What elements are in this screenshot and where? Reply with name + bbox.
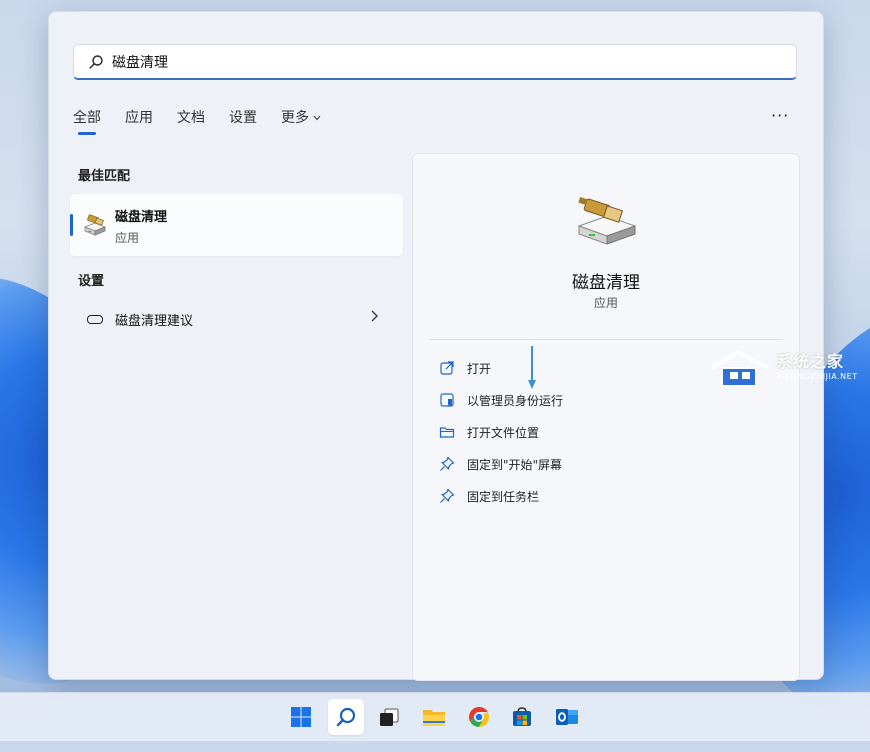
- action-pin-to-taskbar[interactable]: 固定到任务栏: [439, 485, 539, 507]
- search-input[interactable]: [112, 53, 796, 70]
- watermark-house-icon: [710, 350, 769, 387]
- action-open[interactable]: 打开: [439, 357, 491, 379]
- file-explorer-icon: [423, 710, 445, 726]
- windows-start-button[interactable]: [283, 699, 319, 735]
- taskbar: [0, 692, 870, 741]
- action-pin-to-start[interactable]: 固定到"开始"屏幕: [439, 453, 562, 475]
- store-icon: [513, 707, 531, 726]
- outlook-button[interactable]: [549, 699, 585, 735]
- details-panel: 磁盘清理 应用 打开 以管理员身份运行 打开文件位置 固定到"开始"屏幕 固定到…: [412, 153, 800, 681]
- file-explorer-button[interactable]: [416, 699, 452, 735]
- tab-label: 更多: [281, 110, 309, 126]
- tab-label: 设置: [229, 110, 257, 126]
- action-label: 固定到任务栏: [467, 489, 540, 504]
- details-title: 磁盘清理: [572, 273, 640, 293]
- tab-label: 全部: [73, 110, 101, 126]
- action-label: 打开文件位置: [467, 425, 540, 440]
- search-box[interactable]: [73, 44, 797, 80]
- action-open-file-location[interactable]: 打开文件位置: [439, 421, 539, 443]
- site-watermark: 系统之家 XITONGZHIJIA.NET: [708, 346, 868, 398]
- watermark-subtitle: XITONGZHIJIA.NET: [776, 372, 858, 381]
- best-match-result[interactable]: 磁盘清理 应用: [70, 194, 403, 256]
- tab-label: 应用: [125, 110, 153, 126]
- shield-admin-icon: [439, 392, 455, 408]
- chrome-button[interactable]: [461, 699, 497, 735]
- more-options-button[interactable]: ···: [771, 106, 789, 125]
- action-label: 以管理员身份运行: [467, 393, 564, 408]
- action-label: 固定到"开始"屏幕: [467, 457, 563, 472]
- pin-icon: [439, 456, 455, 472]
- selection-indicator: [70, 214, 73, 236]
- settings-result-label: 磁盘清理建议: [115, 314, 194, 329]
- best-match-name: 磁盘清理: [115, 210, 168, 225]
- tab-all[interactable]: 全部: [73, 107, 101, 135]
- tab-apps[interactable]: 应用: [125, 107, 153, 135]
- annotation-arrow: [528, 346, 536, 389]
- task-view-button[interactable]: [371, 699, 407, 735]
- storage-settings-icon: [87, 315, 103, 324]
- best-match-heading: 最佳匹配: [78, 169, 131, 184]
- tab-more[interactable]: 更多: [281, 107, 321, 135]
- best-match-type: 应用: [115, 231, 140, 245]
- disk-cleanup-icon: [82, 213, 108, 237]
- settings-heading: 设置: [78, 274, 105, 289]
- pin-icon: [439, 488, 455, 504]
- action-label: 打开: [467, 361, 492, 376]
- chevron-down-icon: [313, 109, 321, 125]
- open-icon: [439, 360, 455, 376]
- watermark-title: 系统之家: [776, 352, 845, 371]
- tab-documents[interactable]: 文档: [177, 107, 205, 135]
- tab-settings[interactable]: 设置: [229, 107, 257, 135]
- outlook-icon: [556, 709, 578, 725]
- microsoft-store-button[interactable]: [504, 699, 540, 735]
- folder-icon: [439, 424, 455, 440]
- action-run-as-admin[interactable]: 以管理员身份运行: [439, 389, 563, 411]
- windows-start-icon: [291, 707, 311, 727]
- search-icon: [336, 707, 356, 727]
- settings-result-disk-cleanup-suggestions[interactable]: 磁盘清理建议: [70, 300, 403, 336]
- chrome-icon: [469, 707, 489, 727]
- tab-label: 文档: [177, 110, 205, 126]
- task-view-icon: [380, 708, 399, 726]
- divider: [429, 339, 783, 340]
- disk-cleanup-large-icon: [575, 196, 639, 248]
- filter-tabs: 全部 应用 文档 设置 更多: [73, 107, 345, 135]
- taskbar-search-button[interactable]: [328, 699, 364, 735]
- chevron-right-icon: [370, 308, 380, 327]
- search-icon: [88, 54, 104, 70]
- details-subtitle: 应用: [593, 296, 618, 310]
